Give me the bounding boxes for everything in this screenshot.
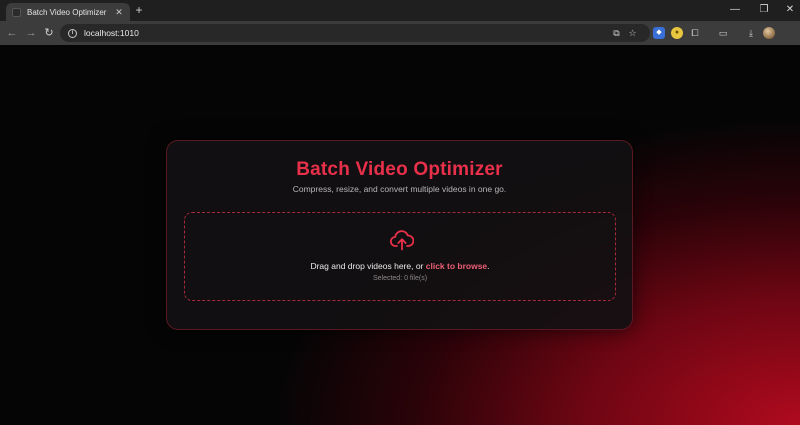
download-icon[interactable]: ⤓ bbox=[745, 27, 757, 39]
address-bar[interactable]: i localhost:1010 ⧉ ☆ bbox=[60, 24, 650, 42]
tab-strip: Batch Video Optimizer ✕ + — ❐ ✕ bbox=[0, 0, 800, 21]
coin-extension-icon[interactable]: ● bbox=[671, 27, 683, 39]
page-title: Batch Video Optimizer bbox=[296, 159, 503, 180]
address-url: localhost:1010 bbox=[84, 28, 139, 38]
extensions-puzzle-icon[interactable]: ⧠ bbox=[689, 27, 701, 39]
favicon-icon bbox=[12, 7, 21, 17]
uploader-card: Batch Video Optimizer Compress, resize, … bbox=[166, 140, 633, 330]
shield-extension-icon[interactable]: ◆ bbox=[653, 27, 665, 39]
cloud-upload-icon bbox=[390, 230, 414, 251]
minimize-icon[interactable]: — bbox=[728, 3, 742, 17]
browser-toolbar: ← → ↻ i localhost:1010 ⧉ ☆ ◆ ● ⧠ ▭ ⤓ bbox=[0, 21, 800, 45]
install-app-icon[interactable]: ⧉ bbox=[611, 28, 622, 39]
dropzone-prompt-end: . bbox=[487, 261, 490, 271]
video-dropzone[interactable]: Drag and drop videos here, or click to b… bbox=[184, 212, 616, 301]
browser-tab[interactable]: Batch Video Optimizer ✕ bbox=[6, 3, 130, 21]
browse-link[interactable]: click to browse bbox=[426, 261, 487, 271]
reload-icon[interactable]: ↻ bbox=[42, 26, 56, 40]
page-viewport: Batch Video Optimizer Compress, resize, … bbox=[0, 45, 800, 425]
bookmark-star-icon[interactable]: ☆ bbox=[627, 28, 638, 39]
selected-file-count: Selected: 0 file(s) bbox=[372, 275, 428, 282]
tab-title: Batch Video Optimizer bbox=[27, 7, 107, 17]
close-window-icon[interactable]: ✕ bbox=[783, 3, 797, 17]
back-arrow-icon[interactable]: ← bbox=[5, 26, 19, 40]
side-panel-icon[interactable]: ▭ bbox=[717, 27, 729, 39]
restore-icon[interactable]: ❐ bbox=[757, 3, 771, 17]
dropzone-prompt-text: Drag and drop videos here, or bbox=[310, 261, 426, 271]
page-subtitle: Compress, resize, and convert multiple v… bbox=[292, 184, 507, 194]
forward-arrow-icon[interactable]: → bbox=[24, 26, 38, 40]
new-tab-icon[interactable]: + bbox=[133, 4, 145, 16]
close-icon[interactable]: ✕ bbox=[114, 7, 124, 18]
site-info-icon[interactable]: i bbox=[68, 28, 77, 38]
dropzone-prompt: Drag and drop videos here, or click to b… bbox=[185, 261, 615, 271]
profile-avatar[interactable] bbox=[763, 27, 775, 39]
